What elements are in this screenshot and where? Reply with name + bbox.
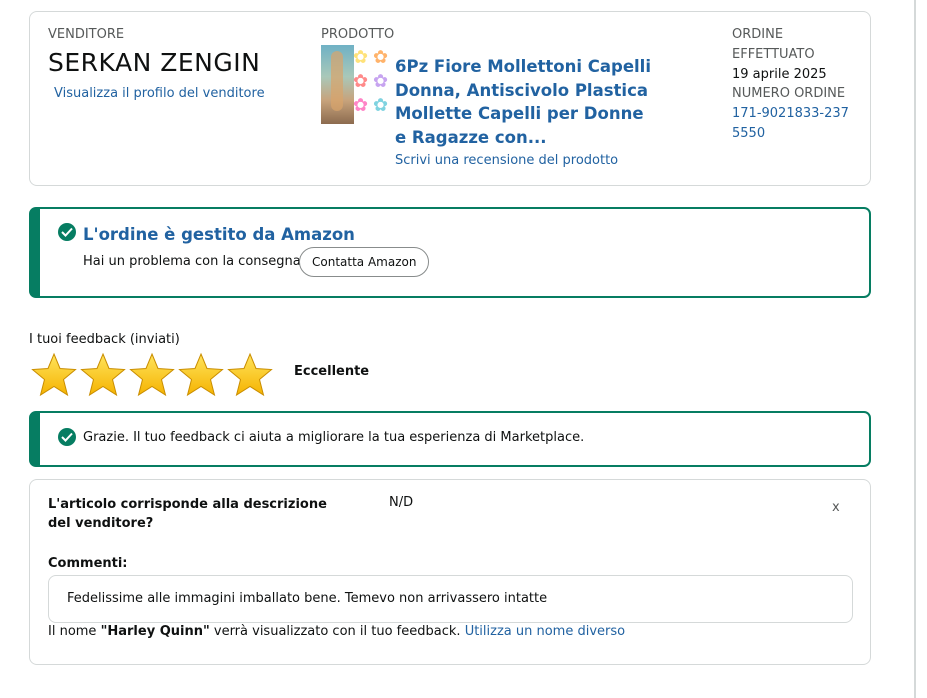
flower-icon: ✿: [373, 71, 389, 92]
seller-name: SERKAN ZENGIN: [48, 48, 261, 77]
display-name-line: Il nome "Harley Quinn" verrà visualizzat…: [48, 624, 625, 639]
check-circle-icon: [58, 428, 76, 446]
close-button[interactable]: x: [832, 500, 840, 515]
page-scroll-divider: [914, 0, 916, 698]
order-info-card: VENDITORE SERKAN ZENGIN Visualizza il pr…: [29, 11, 871, 186]
order-placed-label: ORDINE EFFETTUATO: [732, 27, 815, 62]
product-flowers-image: ✿ ✿ ✿ ✿ ✿ ✿: [353, 49, 397, 125]
star-icon[interactable]: [178, 352, 224, 398]
check-circle-icon: [58, 223, 76, 241]
product-title-link[interactable]: 6Pz Fiore Mollettoni Capelli Donna, Anti…: [395, 55, 655, 149]
write-review-link[interactable]: Scrivi una recensione del prodotto: [395, 153, 618, 168]
delivery-problem-text: Hai un problema con la consegna?: [83, 254, 308, 269]
name-prefix: Il nome: [48, 624, 97, 639]
display-name: "Harley Quinn": [100, 624, 210, 639]
comments-label: Commenti:: [48, 556, 128, 571]
star-icon[interactable]: [80, 352, 126, 398]
order-placed-date: 19 aprile 2025: [732, 66, 827, 82]
star-icon[interactable]: [227, 352, 273, 398]
flower-icon: ✿: [353, 95, 369, 116]
order-details: ORDINE EFFETTUATO 19 aprile 2025 NUMERO …: [732, 25, 857, 144]
product-image[interactable]: [321, 45, 354, 124]
description-match-question: L'articolo corrisponde alla descrizione …: [48, 497, 327, 531]
thanks-text: Grazie. Il tuo feedback ci aiuta a migli…: [83, 430, 585, 445]
name-suffix: verrà visualizzato con il tuo feedback.: [213, 624, 461, 639]
flower-icon: ✿: [353, 71, 369, 92]
product-label: PRODOTTO: [321, 27, 395, 42]
flower-icon: ✿: [373, 95, 389, 116]
order-number-label: NUMERO ORDINE: [732, 86, 846, 102]
contact-amazon-button[interactable]: Contatta Amazon: [299, 247, 430, 277]
comment-field[interactable]: Fedelissime alle immagini imballato bene…: [48, 575, 853, 623]
rating-text: Eccellente: [294, 364, 370, 379]
fulfillment-heading: L'ordine è gestito da Amazon: [83, 225, 355, 244]
order-number-link[interactable]: 171-9021833-2375550: [732, 104, 857, 144]
feedback-details-card: L'articolo corrisponde alla descrizione …: [29, 479, 871, 665]
feedback-label: I tuoi feedback (inviati): [29, 332, 180, 347]
star-icon[interactable]: [129, 352, 175, 398]
star-icon[interactable]: [31, 352, 77, 398]
seller-profile-link[interactable]: Visualizza il profilo del venditore: [54, 86, 265, 101]
seller-label: VENDITORE: [48, 27, 125, 42]
flower-icon: ✿: [353, 47, 369, 68]
flower-icon: ✿: [373, 47, 389, 68]
thanks-alert: Grazie. Il tuo feedback ci aiuta a migli…: [29, 411, 871, 467]
description-match-answer: N/D: [389, 495, 414, 510]
fulfillment-alert: L'ordine è gestito da Amazon Hai un prob…: [29, 207, 871, 298]
change-name-link[interactable]: Utilizza un nome diverso: [465, 624, 625, 639]
